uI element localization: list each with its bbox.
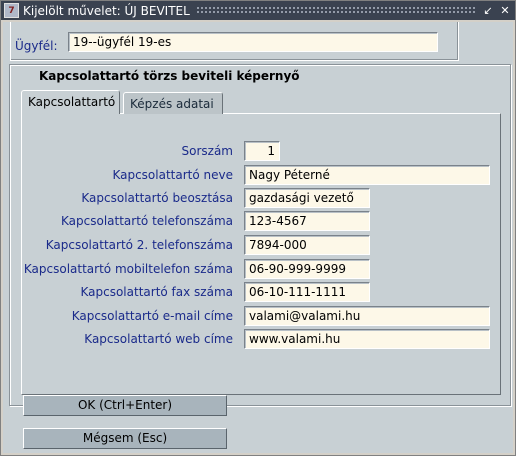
app-icon[interactable]: 7 <box>4 3 19 18</box>
group-title: Kapcsolattartó törzs beviteli képernyő <box>39 69 300 83</box>
tab-contact-person[interactable]: Kapcsolattartó <box>21 90 120 114</box>
contact-fax-label: Kapcsolattartó fax száma <box>80 285 233 299</box>
contact-phone-label: Kapcsolattartó telefonszáma <box>61 214 233 228</box>
tab-training-data[interactable]: Képzés adatai <box>123 92 223 114</box>
contact-email-label: Kapcsolattartó e-mail címe <box>71 309 233 323</box>
contact-position-field[interactable]: gazdasági vezető <box>244 188 370 208</box>
contact-name-label: Kapcsolattartó neve <box>112 168 233 182</box>
dialog-body: Ügyfél: 19--ügyfél 19-es Kapcsolattartó … <box>3 22 513 453</box>
title-bar-pattern <box>195 6 475 15</box>
contact-phone-field[interactable]: 123-4567 <box>244 211 370 231</box>
contact-web-field[interactable]: www.valami.hu <box>244 329 490 349</box>
contact-mobile-label: Kapcsolattartó mobiltelefon száma <box>23 262 233 276</box>
dialog-window: 7 Kijelölt művelet: ÚJ BEVITEL ↙ ✕ Ügyfé… <box>0 0 516 456</box>
restore-icon[interactable]: ↙ <box>481 4 495 18</box>
close-icon[interactable]: ✕ <box>498 4 512 18</box>
window-title: Kijelölt művelet: ÚJ BEVITEL <box>23 3 190 18</box>
contact-position-label: Kapcsolattartó beosztása <box>81 191 233 205</box>
cancel-button[interactable]: Mégsem (Esc) <box>23 428 227 449</box>
contact-name-field[interactable]: Nagy Péterné <box>244 165 490 185</box>
customer-label: Ügyfél: <box>15 39 58 53</box>
contact-web-label: Kapcsolattartó web címe <box>84 332 233 346</box>
ok-button[interactable]: OK (Ctrl+Enter) <box>23 395 227 416</box>
contact-fax-field[interactable]: 06-10-111-1111 <box>244 282 370 302</box>
contact-phone2-field[interactable]: 7894-000 <box>244 235 370 255</box>
title-bar[interactable]: 7 Kijelölt művelet: ÚJ BEVITEL ↙ ✕ <box>1 1 515 20</box>
contact-phone2-label: Kapcsolattartó 2. telefonszáma <box>45 238 233 252</box>
sequence-field[interactable]: 1 <box>244 141 280 161</box>
contact-mobile-field[interactable]: 06-90-999-9999 <box>244 259 370 279</box>
customer-field[interactable]: 19--ügyfél 19-es <box>68 32 438 52</box>
sequence-label: Sorszám <box>181 144 234 158</box>
contact-email-field[interactable]: valami@valami.hu <box>244 306 490 326</box>
